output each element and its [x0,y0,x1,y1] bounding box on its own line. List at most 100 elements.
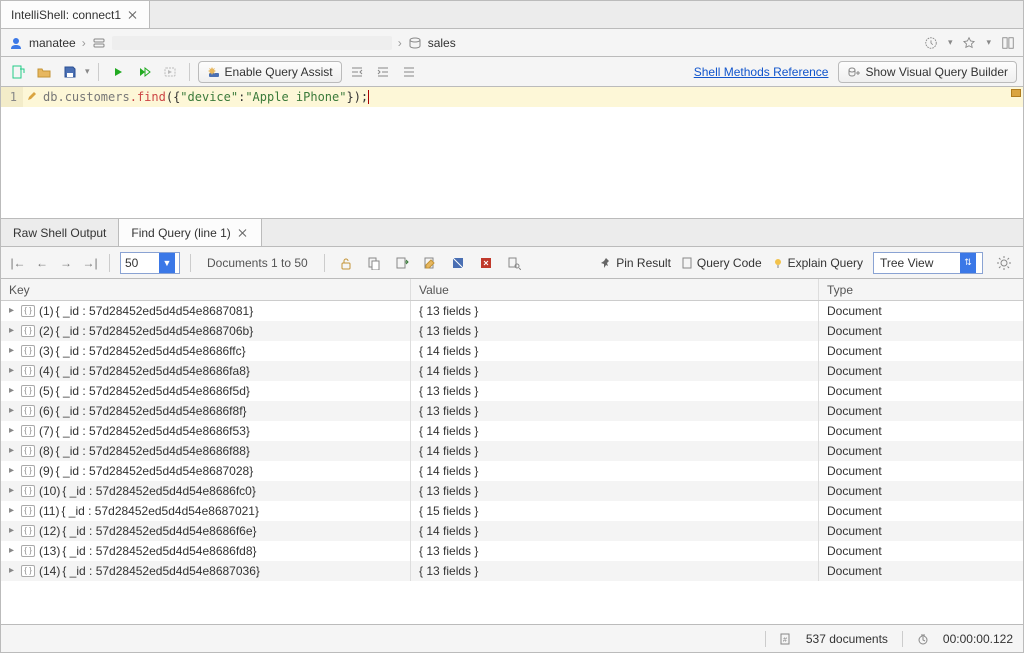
query-code-label: Query Code [697,256,762,270]
disclosure-triangle-icon[interactable]: ▸ [9,421,19,441]
history-dropdown-icon[interactable]: ▾ [948,37,953,48]
row-index: (1) [39,301,54,321]
enable-query-assist-button[interactable]: Enable Query Assist [198,61,342,83]
row-id: { _id : 57d28452ed5d4d54e8687081} [56,301,254,321]
warning-marker-icon[interactable] [1011,89,1021,97]
pin-result-button[interactable]: Pin Result [600,256,671,270]
save-icon[interactable] [59,61,81,83]
tab-label: Find Query (line 1) [131,226,230,240]
table-row[interactable]: ▸{ }(5) { _id : 57d28452ed5d4d54e8686f5d… [1,381,1023,401]
code-editor[interactable]: 1 db.customers.find({"device":"Apple iPh… [1,87,1023,219]
run-selection-icon[interactable] [133,61,155,83]
disclosure-triangle-icon[interactable]: ▸ [9,401,19,421]
results-table-body[interactable]: ▸{ }(1) { _id : 57d28452ed5d4d54e8687081… [1,301,1023,624]
table-row[interactable]: ▸{ }(1) { _id : 57d28452ed5d4d54e8687081… [1,301,1023,321]
row-id: { _id : 57d28452ed5d4d54e8686ffc} [56,341,246,361]
tab-find-query[interactable]: Find Query (line 1) [119,219,261,246]
split-view-icon[interactable] [1001,36,1015,50]
gear-icon[interactable] [993,252,1015,274]
disclosure-triangle-icon[interactable]: ▸ [9,341,19,361]
table-row[interactable]: ▸{ }(8) { _id : 57d28452ed5d4d54e8686f88… [1,441,1023,461]
export-icon[interactable] [391,252,413,274]
open-folder-icon[interactable] [33,61,55,83]
table-row[interactable]: ▸{ }(13) { _id : 57d28452ed5d4d54e8686fd… [1,541,1023,561]
disclosure-triangle-icon[interactable]: ▸ [9,441,19,461]
star-icon[interactable] [962,36,976,50]
new-file-icon[interactable] [7,61,29,83]
find-in-results-icon[interactable] [503,252,525,274]
first-page-icon[interactable]: |← [9,254,27,272]
disclosure-triangle-icon[interactable]: ▸ [9,301,19,321]
json-doc-icon: { } [21,445,35,457]
column-value[interactable]: Value [411,279,819,300]
row-id: { _id : 57d28452ed5d4d54e8686fd8} [62,541,256,561]
separator [902,631,903,647]
show-visual-query-builder-button[interactable]: Show Visual Query Builder [838,61,1017,83]
disclosure-triangle-icon[interactable]: ▸ [9,361,19,381]
breadcrumb-db[interactable]: sales [428,36,456,50]
copy-doc-icon[interactable] [363,252,385,274]
edit-doc-icon[interactable] [419,252,441,274]
row-type: Document [819,501,1023,521]
delete-doc-icon[interactable] [475,252,497,274]
table-row[interactable]: ▸{ }(4) { _id : 57d28452ed5d4d54e8686fa8… [1,361,1023,381]
toggle-coloring-icon[interactable] [447,252,469,274]
history-icon[interactable] [924,36,938,50]
disclosure-triangle-icon[interactable]: ▸ [9,381,19,401]
column-type[interactable]: Type [819,279,1023,300]
shell-methods-reference-link[interactable]: Shell Methods Reference [694,65,829,79]
row-index: (9) [39,461,54,481]
table-row[interactable]: ▸{ }(14) { _id : 57d28452ed5d4d54e868703… [1,561,1023,581]
row-id: { _id : 57d28452ed5d4d54e8686f6e} [62,521,256,541]
indent-left-icon[interactable] [346,61,368,83]
breadcrumb-user[interactable]: manatee [29,36,76,50]
table-row[interactable]: ▸{ }(11) { _id : 57d28452ed5d4d54e868702… [1,501,1023,521]
disclosure-triangle-icon[interactable]: ▸ [9,481,19,501]
view-mode-select[interactable]: Tree View ⇅ [873,252,983,274]
table-row[interactable]: ▸{ }(3) { _id : 57d28452ed5d4d54e8686ffc… [1,341,1023,361]
star-dropdown-icon[interactable]: ▾ [986,37,991,48]
disclosure-triangle-icon[interactable]: ▸ [9,561,19,581]
prev-page-icon[interactable]: ← [33,254,51,272]
row-type: Document [819,421,1023,441]
separator [765,631,766,647]
breadcrumb-host[interactable] [112,36,392,50]
editor-tab[interactable]: IntelliShell: connect1 [1,1,150,28]
save-dropdown-icon[interactable]: ▾ [85,66,90,77]
json-doc-icon: { } [21,385,35,397]
close-icon[interactable] [237,227,249,239]
column-key[interactable]: Key [1,279,411,300]
explain-query-button[interactable]: Explain Query [772,256,863,270]
table-row[interactable]: ▸{ }(9) { _id : 57d28452ed5d4d54e8687028… [1,461,1023,481]
format-icon[interactable] [398,61,420,83]
table-row[interactable]: ▸{ }(2) { _id : 57d28452ed5d4d54e868706b… [1,321,1023,341]
chevron-right-icon: › [398,36,402,50]
page-size-select[interactable]: 50 ▼ [120,252,180,274]
disclosure-triangle-icon[interactable]: ▸ [9,321,19,341]
page-size-value: 50 [125,256,138,270]
table-row[interactable]: ▸{ }(7) { _id : 57d28452ed5d4d54e8686f53… [1,421,1023,441]
next-page-icon[interactable]: → [57,254,75,272]
query-code-button[interactable]: Query Code [681,256,762,270]
row-id: { _id : 57d28452ed5d4d54e8687028} [56,461,254,481]
close-icon[interactable] [127,9,139,21]
editor-toolbar: ▾ Enable Query Assist Shell Methods Refe… [1,57,1023,87]
table-row[interactable]: ▸{ }(6) { _id : 57d28452ed5d4d54e8686f8f… [1,401,1023,421]
disclosure-triangle-icon[interactable]: ▸ [9,541,19,561]
disclosure-triangle-icon[interactable]: ▸ [9,521,19,541]
run-icon[interactable] [107,61,129,83]
table-row[interactable]: ▸{ }(12) { _id : 57d28452ed5d4d54e8686f6… [1,521,1023,541]
row-value: { 13 fields } [411,481,819,501]
run-step-icon[interactable] [159,61,181,83]
unlock-icon[interactable] [335,252,357,274]
disclosure-triangle-icon[interactable]: ▸ [9,461,19,481]
line-number: 1 [1,87,23,107]
table-row[interactable]: ▸{ }(10) { _id : 57d28452ed5d4d54e8686fc… [1,481,1023,501]
query-time: 00:00:00.122 [943,632,1013,646]
indent-right-icon[interactable] [372,61,394,83]
tab-raw-shell-output[interactable]: Raw Shell Output [1,219,119,246]
disclosure-triangle-icon[interactable]: ▸ [9,501,19,521]
last-page-icon[interactable]: →| [81,254,99,272]
timer-icon [917,633,929,645]
results-tabstrip: Raw Shell Output Find Query (line 1) [1,219,1023,247]
